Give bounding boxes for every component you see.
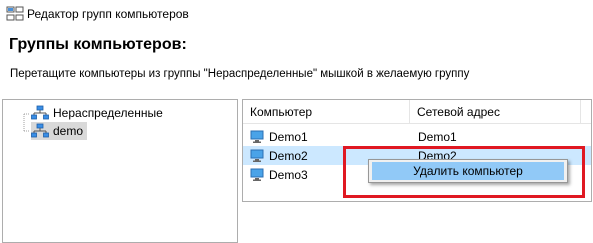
- tree-item-label: Нераспределенные: [53, 106, 163, 120]
- tree-item-unassigned[interactable]: Нераспределенные: [31, 104, 163, 122]
- network-group-icon: [31, 123, 49, 138]
- list-row[interactable]: Demo1 Demo1: [243, 127, 591, 146]
- computer-icon: [250, 130, 264, 143]
- computer-name: Demo2: [269, 148, 308, 163]
- delete-computer-menu-item[interactable]: Удалить компьютер: [372, 162, 564, 180]
- list-header: Компьютер Сетевой адрес: [243, 100, 591, 124]
- computer-icon: [250, 168, 264, 181]
- window-titlebar: Редактор групп компьютеров: [0, 0, 593, 28]
- column-header-address[interactable]: Сетевой адрес: [410, 100, 580, 123]
- context-menu: Удалить компьютер: [368, 159, 568, 183]
- column-header-computer[interactable]: Компьютер: [243, 100, 409, 123]
- computer-name: Demo3: [269, 167, 308, 182]
- page-heading: Группы компьютеров:: [9, 36, 187, 53]
- group-tree[interactable]: Нераспределенные demo: [2, 99, 238, 243]
- computer-cell: Demo1: [250, 127, 308, 146]
- computer-icon: [250, 149, 264, 162]
- tree-item-demo[interactable]: demo: [31, 122, 88, 140]
- computer-list[interactable]: Компьютер Сетевой адрес Demo1 Demo1 Demo…: [242, 99, 592, 202]
- computer-cell: Demo3: [250, 165, 308, 184]
- computer-name: Demo1: [269, 129, 308, 144]
- computer-cell: Demo2: [250, 146, 308, 165]
- window-title: Редактор групп компьютеров: [27, 7, 189, 21]
- tree-item-label: demo: [53, 124, 84, 138]
- group-editor-icon: [6, 6, 24, 21]
- network-group-icon: [31, 105, 49, 120]
- address-cell: Demo1: [418, 129, 457, 144]
- instruction-text: Перетащите компьютеры из группы "Нераспр…: [10, 68, 470, 80]
- column-separator[interactable]: [580, 100, 581, 123]
